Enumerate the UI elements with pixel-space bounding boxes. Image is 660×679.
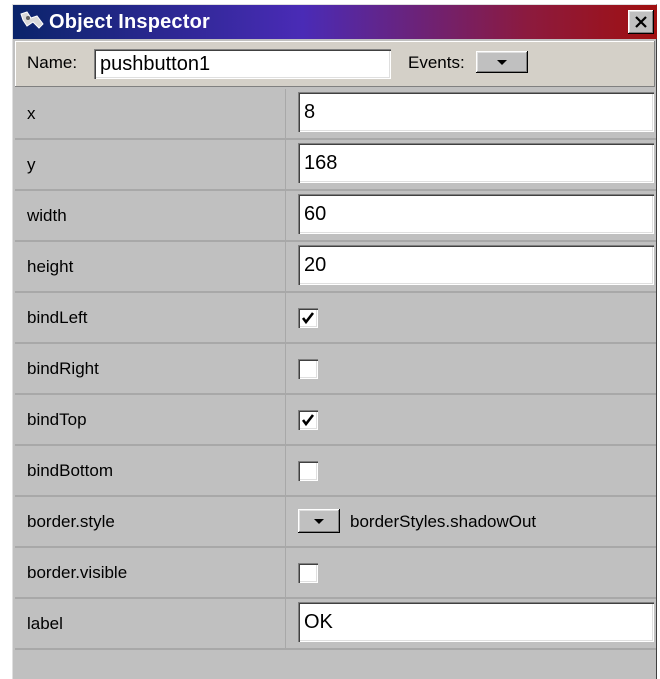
property-name: width xyxy=(27,206,67,225)
property-name: y xyxy=(27,155,36,174)
column-divider xyxy=(285,293,286,342)
close-icon xyxy=(635,16,647,28)
column-divider xyxy=(285,89,286,138)
property-checkbox[interactable] xyxy=(298,461,318,481)
events-dropdown-button[interactable] xyxy=(476,51,528,73)
property-row: height xyxy=(15,242,656,293)
property-row: bindLeft xyxy=(15,293,656,344)
column-divider xyxy=(285,599,286,648)
property-row: width xyxy=(15,191,656,242)
property-dropdown-value: borderStyles.shadowOut xyxy=(350,512,537,531)
property-value-field[interactable] xyxy=(298,602,654,642)
property-name: height xyxy=(27,257,74,276)
property-grid: x y width height bindLeft bindRight bindTop bin… xyxy=(15,89,656,650)
property-checkbox[interactable] xyxy=(298,410,318,430)
property-row: label xyxy=(15,599,656,650)
property-name: border.visible xyxy=(27,563,128,582)
inspector-app-icon xyxy=(19,10,45,32)
column-divider xyxy=(285,446,286,495)
column-divider xyxy=(285,395,286,444)
title-bar[interactable]: Object Inspector xyxy=(13,5,657,39)
property-value-field[interactable] xyxy=(298,143,654,183)
column-divider xyxy=(285,191,286,240)
object-inspector-window: Object Inspector Name: Events: x y width he… xyxy=(12,4,657,679)
column-divider xyxy=(285,344,286,393)
property-checkbox[interactable] xyxy=(298,359,318,379)
column-divider xyxy=(285,242,286,291)
property-value-field[interactable] xyxy=(298,92,654,132)
chevron-down-icon xyxy=(497,60,507,65)
column-divider xyxy=(285,140,286,189)
property-name: bindLeft xyxy=(27,308,88,327)
property-value-field[interactable] xyxy=(298,245,654,285)
close-button[interactable] xyxy=(628,10,654,34)
property-checkbox[interactable] xyxy=(298,308,318,328)
property-row: border.style borderStyles.shadowOut xyxy=(15,497,656,548)
property-row: bindTop xyxy=(15,395,656,446)
name-field[interactable] xyxy=(94,49,391,79)
property-name: label xyxy=(27,614,63,633)
property-row: x xyxy=(15,89,656,140)
property-name: border.style xyxy=(27,512,115,531)
property-dropdown-button[interactable] xyxy=(298,509,340,533)
window-title: Object Inspector xyxy=(49,11,211,33)
chevron-down-icon xyxy=(314,519,324,524)
events-label: Events: xyxy=(408,53,465,72)
checkmark-icon xyxy=(301,414,315,427)
property-name: bindTop xyxy=(27,410,87,429)
property-row: y xyxy=(15,140,656,191)
inspector-header: Name: Events: xyxy=(15,41,655,87)
column-divider xyxy=(285,497,286,546)
property-name: bindBottom xyxy=(27,461,113,480)
property-value-field[interactable] xyxy=(298,194,654,234)
property-name: bindRight xyxy=(27,359,99,378)
property-checkbox[interactable] xyxy=(298,563,318,583)
property-row: border.visible xyxy=(15,548,656,599)
property-name: x xyxy=(27,104,36,123)
property-row: bindRight xyxy=(15,344,656,395)
column-divider xyxy=(285,548,286,597)
checkmark-icon xyxy=(301,312,315,325)
property-row: bindBottom xyxy=(15,446,656,497)
name-label: Name: xyxy=(27,53,78,72)
